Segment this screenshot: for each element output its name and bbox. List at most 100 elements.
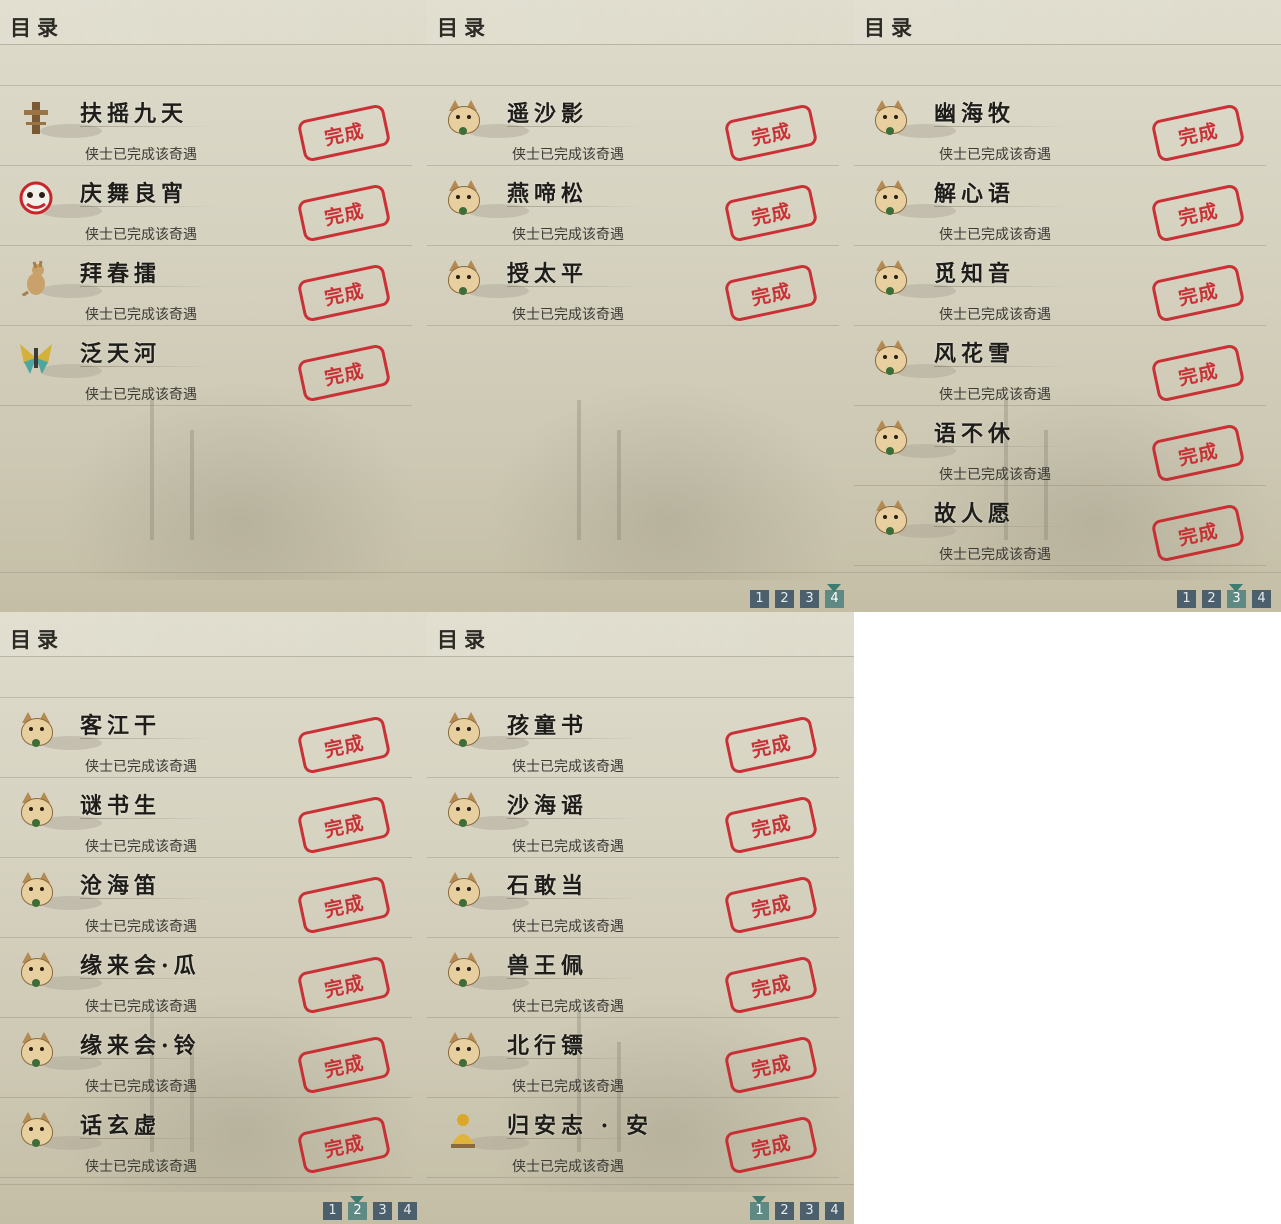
panel-title: 目录	[864, 15, 918, 40]
completed-stamp-icon: 完成	[296, 263, 392, 323]
completed-stamp-icon: 完成	[723, 715, 819, 775]
adventure-list: 遥沙影 侠士已完成该奇遇 完成 燕啼松 侠士已完成该奇遇 完成 授太平 侠士已完成该奇遇 完成	[427, 86, 839, 326]
cat-icon	[441, 256, 485, 300]
adventure-name: 归安志 · 安	[507, 1113, 653, 1139]
completed-stamp-icon: 完成	[296, 955, 392, 1015]
completed-stamp-icon: 完成	[296, 1115, 392, 1175]
adventure-name: 沙海谣	[507, 793, 589, 819]
adventure-entry[interactable]: 归安志 · 安侠士已完成该奇遇 完成	[427, 1098, 839, 1178]
adventure-entry[interactable]: 泛天河 侠士已完成该奇遇 完成	[0, 326, 412, 406]
name-underline	[507, 1138, 642, 1139]
name-underline	[934, 366, 1069, 367]
completed-stamp-icon: 完成	[723, 795, 819, 855]
cat-icon	[14, 868, 58, 912]
page-button[interactable]: 3	[800, 1202, 819, 1220]
adventure-name: 解心语	[934, 181, 1016, 207]
completion-status: 侠士已完成该奇遇	[85, 307, 197, 323]
completion-status: 侠士已完成该奇遇	[939, 547, 1051, 563]
adventure-entry[interactable]: 北行镖 侠士已完成该奇遇 完成	[427, 1018, 839, 1098]
page-button[interactable]: 1	[1177, 590, 1196, 608]
page-button[interactable]: 2	[775, 1202, 794, 1220]
name-underline	[507, 818, 642, 819]
page-button[interactable]: 1	[750, 590, 769, 608]
buddha-icon	[441, 1108, 485, 1152]
name-underline	[80, 898, 215, 899]
adventure-name: 幽海牧	[934, 101, 1016, 127]
adventure-entry[interactable]: 谜书生 侠士已完成该奇遇 完成	[0, 778, 412, 858]
adventure-entry[interactable]: 客江干 侠士已完成该奇遇 完成	[0, 698, 412, 778]
adventure-entry[interactable]: 庆舞良宵 侠士已完成该奇遇 完成	[0, 166, 412, 246]
adventure-entry[interactable]: 石敢当 侠士已完成该奇遇 完成	[427, 858, 839, 938]
completed-stamp-icon: 完成	[296, 795, 392, 855]
adventure-entry[interactable]: 沧海笛 侠士已完成该奇遇 完成	[0, 858, 412, 938]
completion-status: 侠士已完成该奇遇	[85, 1159, 197, 1175]
page-button[interactable]: 4	[825, 1202, 844, 1220]
completion-status: 侠士已完成该奇遇	[512, 919, 624, 935]
adventure-entry[interactable]: 遥沙影 侠士已完成该奇遇 完成	[427, 86, 839, 166]
completed-stamp-icon: 完成	[1150, 503, 1246, 563]
completion-status: 侠士已完成该奇遇	[85, 387, 197, 403]
adventure-entry[interactable]: 兽王佩 侠士已完成该奇遇 完成	[427, 938, 839, 1018]
adventure-name: 缘来会·铃	[80, 1033, 201, 1059]
panel-title: 目录	[10, 627, 64, 652]
adventure-entry[interactable]: 解心语 侠士已完成该奇遇 完成	[854, 166, 1266, 246]
panel-title: 目录	[437, 15, 491, 40]
cat-icon	[441, 788, 485, 832]
cat-icon	[14, 1108, 58, 1152]
name-underline	[507, 738, 642, 739]
completion-status: 侠士已完成该奇遇	[85, 227, 197, 243]
adventure-entry[interactable]: 幽海牧 侠士已完成该奇遇 完成	[854, 86, 1266, 166]
name-underline	[507, 1058, 642, 1059]
adventure-name: 授太平	[507, 261, 589, 287]
completion-status: 侠士已完成该奇遇	[939, 467, 1051, 483]
page-button[interactable]: 1	[323, 1202, 342, 1220]
page-button[interactable]: 2	[348, 1196, 367, 1220]
name-underline	[80, 286, 215, 287]
page-button[interactable]: 4	[398, 1202, 417, 1220]
name-underline	[80, 126, 215, 127]
adventure-entry[interactable]: 拜春擂 侠士已完成该奇遇 完成	[0, 246, 412, 326]
adventure-entry[interactable]: 授太平 侠士已完成该奇遇 完成	[427, 246, 839, 326]
adventure-entry[interactable]: 觅知音 侠士已完成该奇遇 完成	[854, 246, 1266, 326]
name-underline	[507, 978, 642, 979]
completed-stamp-icon: 完成	[1150, 423, 1246, 483]
page-button[interactable]: 2	[775, 590, 794, 608]
cat-icon	[868, 496, 912, 540]
page-button[interactable]: 4	[825, 584, 844, 608]
catalog-panel: 目录 扶摇九天 侠士已完成该奇遇 完成 庆舞良宵 侠士已完成该奇遇 完成 拜春擂 侠士已完成该奇…	[0, 0, 427, 612]
completed-stamp-icon: 完成	[296, 1035, 392, 1095]
name-underline	[507, 898, 642, 899]
completed-stamp-icon: 完成	[723, 1035, 819, 1095]
adventure-entry[interactable]: 孩童书 侠士已完成该奇遇 完成	[427, 698, 839, 778]
cat-icon	[14, 788, 58, 832]
name-underline	[80, 738, 215, 739]
panel-title: 目录	[10, 15, 64, 40]
adventure-entry[interactable]: 话玄虚 侠士已完成该奇遇 完成	[0, 1098, 412, 1178]
page-button[interactable]: 3	[1227, 584, 1246, 608]
page-button[interactable]: 4	[1252, 590, 1271, 608]
adventure-list: 孩童书 侠士已完成该奇遇 完成 沙海谣 侠士已完成该奇遇 完成 石敢当 侠士已完成该奇遇 完成兽…	[427, 698, 839, 1178]
adventure-entry[interactable]: 扶摇九天 侠士已完成该奇遇 完成	[0, 86, 412, 166]
completed-stamp-icon: 完成	[1150, 103, 1246, 163]
page-button[interactable]: 1	[750, 1196, 769, 1220]
adventure-entry[interactable]: 语不休 侠士已完成该奇遇 完成	[854, 406, 1266, 486]
completion-status: 侠士已完成该奇遇	[85, 919, 197, 935]
adventure-entry[interactable]: 缘来会·瓜 侠士已完成该奇遇 完成	[0, 938, 412, 1018]
adventure-entry[interactable]: 故人愿侠士已完成该奇遇 完成	[854, 486, 1266, 566]
page-button[interactable]: 3	[373, 1202, 392, 1220]
background-mast	[190, 430, 194, 540]
adventure-entry[interactable]: 缘来会·铃 侠士已完成该奇遇 完成	[0, 1018, 412, 1098]
name-underline	[80, 206, 215, 207]
catalog-panel: 目录客江干 侠士已完成该奇遇 完成 谜书生 侠士已完成该奇遇 完成 沧海笛 侠士已完成该奇遇完…	[0, 612, 427, 1224]
completed-stamp-icon: 完成	[723, 1115, 819, 1175]
adventure-entry[interactable]: 风花雪 侠士已完成该奇遇 完成	[854, 326, 1266, 406]
adventure-name: 故人愿	[934, 501, 1016, 527]
page-button[interactable]: 3	[800, 590, 819, 608]
adventure-entry[interactable]: 沙海谣 侠士已完成该奇遇 完成	[427, 778, 839, 858]
name-underline	[507, 126, 642, 127]
completed-stamp-icon: 完成	[296, 103, 392, 163]
page-button[interactable]: 2	[1202, 590, 1221, 608]
adventure-entry[interactable]: 燕啼松 侠士已完成该奇遇 完成	[427, 166, 839, 246]
name-underline	[934, 526, 1069, 527]
cat-icon	[441, 1028, 485, 1072]
